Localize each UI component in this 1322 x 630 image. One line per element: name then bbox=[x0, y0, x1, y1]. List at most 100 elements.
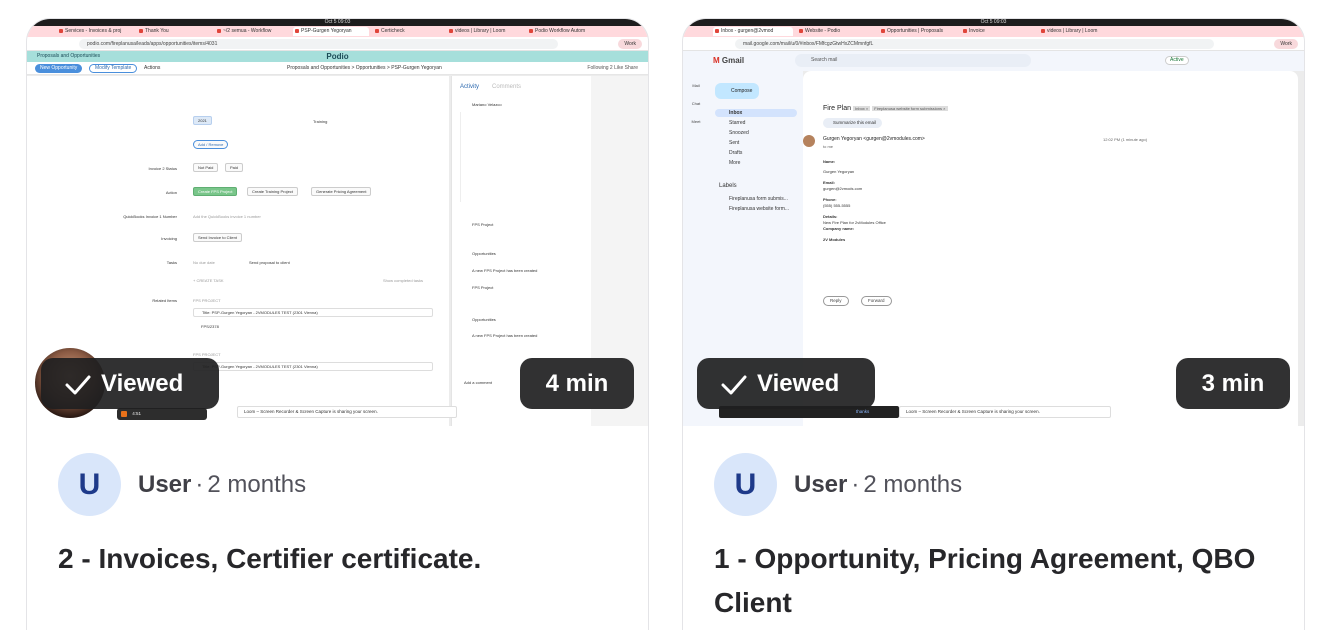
browser-tab: Services - Invoices & proj bbox=[57, 27, 129, 36]
author-name: User bbox=[138, 471, 192, 498]
email-body-line: Email: bbox=[823, 180, 836, 185]
gmail-logo-text: Gmail bbox=[721, 56, 745, 65]
podio-header: Proposals and Opportunities Podio bbox=[27, 51, 648, 62]
comments-tab: Comments bbox=[492, 84, 522, 90]
activity-entry-title: FPS Project bbox=[472, 222, 494, 227]
activity-entry: FPS Project bbox=[460, 222, 588, 228]
toast-text: thanks bbox=[856, 409, 870, 414]
breadcrumb: Proposals and Opportunities > Opportunit… bbox=[287, 65, 442, 71]
email-subject-text: Fire Plan bbox=[823, 105, 852, 112]
email-body-line: Details: bbox=[823, 214, 838, 219]
meta-separator: · bbox=[851, 471, 860, 498]
browser-tab: Inbox - gurgen@2vmod bbox=[713, 27, 793, 36]
email-from: Gurgen Yegoryan <gurgen@2vmodules.com> bbox=[823, 136, 925, 142]
browser-tab: videos | Library | Loom bbox=[1039, 27, 1123, 36]
activity-entry-title: Opportunities bbox=[472, 251, 496, 256]
create-task-link: + CREATE TASK bbox=[193, 278, 224, 283]
forward-button: Forward bbox=[861, 296, 892, 306]
recorder-controls: 4:51 bbox=[117, 408, 207, 420]
sender-avatar bbox=[803, 135, 815, 147]
address-bar: mail.google.com/mail/u/0/#inbox/FMfcgzGt… bbox=[683, 37, 1304, 51]
author-line: User · 2 months bbox=[794, 453, 962, 516]
email-body-line: New Fire Plan for 2vModules Office bbox=[823, 220, 886, 225]
url-text: podio.com/fireplanusa/leads/apps/opportu… bbox=[79, 39, 558, 49]
video-thumbnail[interactable]: Oct 5 09:03 Services - Invoices & proj T… bbox=[27, 19, 648, 426]
nav-sent: Sent bbox=[729, 140, 740, 146]
activity-entry: FPS Project bbox=[460, 285, 588, 291]
check-icon bbox=[721, 374, 747, 396]
task-text: Send proposal to client bbox=[249, 260, 290, 265]
nav-snoozed: Snoozed bbox=[729, 130, 749, 136]
paid-option: Paid bbox=[225, 163, 244, 172]
send-invoice-button: Send Invoice to Client bbox=[193, 233, 242, 242]
video-thumbnail[interactable]: Oct 5 09:03 Inbox - gurgen@2vmod Website… bbox=[683, 19, 1304, 426]
nav-drafts: Drafts bbox=[729, 150, 743, 156]
avatar: U bbox=[714, 453, 777, 516]
related-item: Title: PSP-Gurgen Yegoryan - 2VMODULES T… bbox=[193, 308, 433, 317]
screen-share-text: Loom – Screen Recorder & Screen Capture … bbox=[906, 409, 1040, 414]
label-chip: Fireplanusa website form submissions × bbox=[872, 105, 948, 111]
activity-entry-title: FPS Project bbox=[472, 285, 494, 290]
video-age: 2 months bbox=[207, 471, 307, 498]
viewed-badge: Viewed bbox=[41, 358, 219, 409]
avatar: U bbox=[58, 453, 121, 516]
activity-note: A new FPS Project has been created bbox=[460, 268, 588, 274]
compose-button: Compose bbox=[715, 83, 759, 99]
related-item-id: FPS/2378 bbox=[201, 324, 219, 329]
email-time: 12:02 PM (1 minute ago) bbox=[1103, 137, 1148, 142]
meta-separator: · bbox=[195, 471, 204, 498]
video-card[interactable]: Oct 5 09:03 Services - Invoices & proj T… bbox=[26, 18, 649, 630]
browser-tab: Thank You bbox=[137, 27, 207, 36]
podio-logo: Podio bbox=[326, 52, 349, 61]
activity-note-text: A new FPS Project has been created bbox=[472, 268, 538, 273]
summarize-button: Summarize this email bbox=[823, 118, 883, 128]
browser-tab: ~/2 semua - Workflow bbox=[215, 27, 285, 36]
activity-entry: Mariano Velazco bbox=[460, 102, 588, 108]
recording-time: 4:51 bbox=[132, 411, 142, 416]
record-icon bbox=[121, 410, 127, 417]
gmail-header: M Gmail Search mail Active bbox=[683, 51, 1304, 71]
email-body-line: 2V Modules bbox=[823, 237, 846, 242]
podio-toolbar: New Opportunity Modify Template Actions … bbox=[27, 62, 648, 75]
video-card[interactable]: Oct 5 09:03 Inbox - gurgen@2vmod Website… bbox=[682, 18, 1305, 630]
status-chip: Active bbox=[1165, 56, 1189, 65]
field-value: 2021 bbox=[193, 116, 212, 125]
generate-pricing-agreement-button: Generate Pricing Agreement bbox=[311, 187, 372, 196]
author-name: User bbox=[794, 471, 848, 498]
labels-header: Labels bbox=[719, 183, 737, 189]
duration-badge: 3 min bbox=[1176, 358, 1290, 409]
browser-tab: Podio Workflow Autom bbox=[527, 27, 601, 36]
fps-project-label: FPS PROJECT bbox=[193, 352, 221, 357]
reply-button: Reply bbox=[823, 296, 849, 306]
video-title[interactable]: 2 - Invoices, Certifier certificate. bbox=[58, 537, 628, 581]
search-input: Search mail bbox=[795, 54, 1031, 67]
label-item: Fireplanusa form submis... bbox=[729, 196, 788, 202]
profile-chip: Work bbox=[618, 39, 642, 49]
not-paid-option: Not Paid bbox=[193, 163, 219, 172]
completed-tasks-link: Show completed tasks bbox=[383, 278, 424, 283]
actions-menu: Actions bbox=[144, 65, 161, 71]
browser-tabs: Services - Invoices & proj Thank You ~/2… bbox=[27, 26, 648, 37]
screen-share-text: Loom – Screen Recorder & Screen Capture … bbox=[244, 409, 378, 414]
label-chip: Inbox × bbox=[853, 105, 871, 111]
task-due-date: No due date bbox=[193, 260, 215, 265]
viewed-badge: Viewed bbox=[697, 358, 875, 409]
related-items-label: Related Items bbox=[152, 298, 177, 303]
system-bar: Oct 5 09:03 bbox=[27, 19, 648, 26]
address-bar: podio.com/fireplanusa/leads/apps/opportu… bbox=[27, 37, 648, 51]
browser-tab: videos | Library | Loom bbox=[447, 27, 521, 36]
related-item: Title: PSP-Gurgen Yegoryan - 2VMODULES T… bbox=[193, 362, 433, 371]
activity-note: A new FPS Project has been created bbox=[460, 333, 588, 339]
nav-inbox: Inbox bbox=[715, 109, 797, 117]
video-title[interactable]: 1 - Opportunity, Pricing Agreement, QBO … bbox=[714, 537, 1284, 625]
add-remove-button: Add / Remove bbox=[193, 140, 229, 149]
activity-note-text: A new FPS Project has been created bbox=[472, 333, 538, 338]
browser-tab: Website - Podio bbox=[797, 27, 873, 36]
rail-mail: Mail bbox=[692, 83, 700, 88]
following-info: Following 2 Like Share bbox=[587, 65, 638, 71]
screen-share-bar: Loom – Screen Recorder & Screen Capture … bbox=[899, 406, 1111, 418]
label-item: Fireplanusa website form... bbox=[729, 206, 790, 212]
duration-label: 4 min bbox=[545, 370, 609, 397]
rail-meet: Meet bbox=[691, 119, 701, 124]
viewed-label: Viewed bbox=[757, 370, 840, 397]
